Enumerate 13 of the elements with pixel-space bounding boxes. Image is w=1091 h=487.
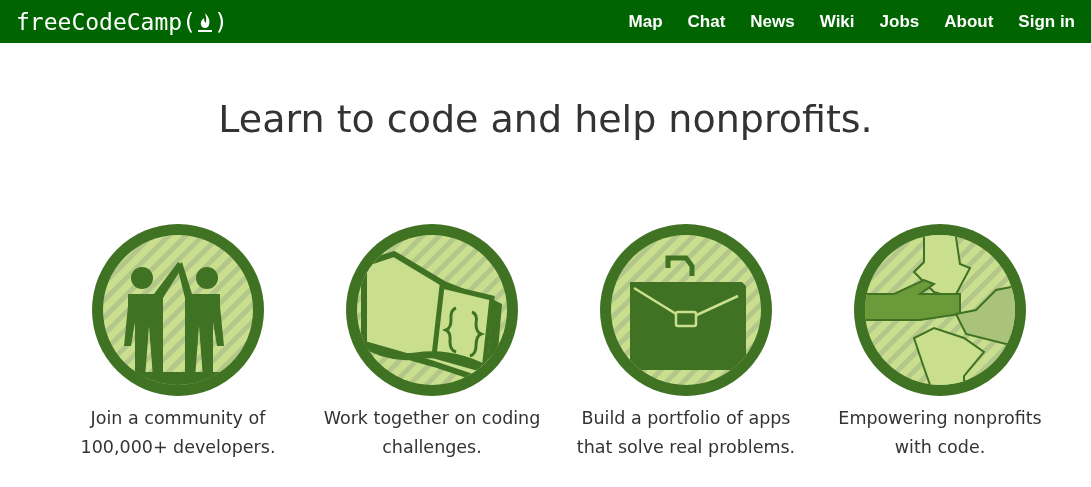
nav-link[interactable]: Jobs xyxy=(867,11,932,32)
nav-link[interactable]: Wiki xyxy=(807,11,868,32)
logo[interactable]: freeCodeCamp( ) xyxy=(16,8,228,35)
nav-link[interactable]: Chat xyxy=(675,11,738,32)
nav-link[interactable]: Sign in xyxy=(1005,11,1075,32)
nav-link[interactable]: Map xyxy=(616,11,676,32)
nav-link[interactable]: News xyxy=(737,11,808,32)
feature-caption: Join a community of 100,000+ developers. xyxy=(80,407,276,459)
headline: Learn to code and help nonprofits. xyxy=(217,96,874,143)
nav-link[interactable]: About xyxy=(931,11,1006,32)
feature-caption: Build a portfolio of apps that solve real problems. xyxy=(576,407,796,459)
feature-caption: Work together on coding challenges. xyxy=(323,407,541,459)
feature-caption: Empowering nonprofits with code. xyxy=(838,407,1042,459)
